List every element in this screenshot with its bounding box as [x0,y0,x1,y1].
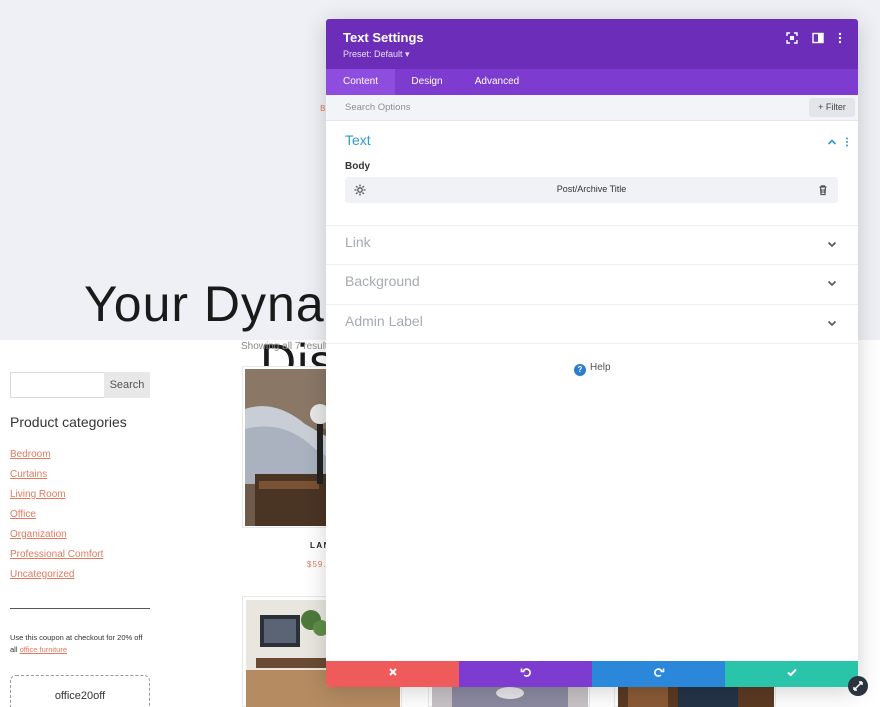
body-field-label: Body [345,161,370,172]
dynamic-content-value: Post/Archive Title [556,184,627,194]
tab-design[interactable]: Design [395,69,459,95]
section-link[interactable]: Link [326,225,858,265]
category-link-uncategorized[interactable]: Uncategorized [10,569,74,580]
filter-button[interactable]: + Filter [809,98,855,117]
fullscreen-icon[interactable] [785,31,799,45]
modal-footer [326,661,858,687]
undo-button[interactable] [459,661,592,687]
modal-title: Text Settings [343,30,424,45]
category-link-organization[interactable]: Organization [10,529,67,540]
options-search-bar: Search Options + Filter [326,95,858,121]
help-link[interactable]: ? Help [574,362,611,376]
save-button[interactable] [725,661,858,687]
dynamic-content-field[interactable]: Post/Archive Title [345,177,838,203]
category-link-living-room[interactable]: Living Room [10,489,66,500]
help-icon: ? [574,364,586,376]
resize-handle-icon[interactable] [848,676,868,696]
cancel-button[interactable] [326,661,459,687]
result-count: Showing all 7 results [241,341,333,352]
section-title[interactable]: Background [345,273,420,289]
help-label: Help [590,362,611,373]
modal-header[interactable]: Text Settings Preset: Default ▾ [326,19,858,69]
section-title[interactable]: Link [345,234,371,250]
section-text-title[interactable]: Text [345,132,371,148]
sidebar-divider [10,608,150,609]
tab-content[interactable]: Content [326,69,395,95]
split-view-icon[interactable] [811,31,825,45]
coupon-code-box: office20off [10,675,150,707]
categories-list: Bedroom Curtains Living Room Office Orga… [10,442,103,582]
categories-heading: Product categories [10,414,127,430]
section-background[interactable]: Background [326,264,858,304]
category-link-bedroom[interactable]: Bedroom [10,449,51,460]
more-options-icon[interactable] [833,31,847,45]
section-admin-label[interactable]: Admin Label [326,304,858,344]
chevron-down-icon[interactable] [826,277,838,289]
redo-button[interactable] [592,661,725,687]
plus-icon: + [818,102,824,112]
category-link-office[interactable]: Office [10,509,36,520]
product-search-input[interactable] [10,372,105,398]
check-icon [786,668,797,677]
coupon-description: Use this coupon at checkout for 20% off … [10,632,150,656]
shop-sidebar: Search Product categories Bedroom Curtai… [0,340,175,707]
product-search-button[interactable]: Search [104,372,150,398]
undo-icon [520,668,531,677]
chevron-up-icon[interactable] [826,136,838,148]
chevron-down-icon[interactable] [826,238,838,250]
text-settings-modal: Text Settings Preset: Default ▾ Content … [326,19,858,687]
preset-selector[interactable]: Preset: Default ▾ [343,49,410,60]
breadcrumb-fragment: B [320,104,326,113]
close-icon [388,668,397,676]
coupon-link[interactable]: office furniture [20,645,67,654]
product-image[interactable] [245,369,331,526]
category-link-professional-comfort[interactable]: Professional Comfort [10,549,103,560]
product-card[interactable] [242,366,332,528]
trash-icon[interactable] [816,183,830,197]
chevron-down-icon[interactable] [826,317,838,329]
product-price: $59. [307,560,327,569]
options-search-input[interactable]: Search Options [345,102,410,113]
section-menu-icon[interactable] [841,136,853,148]
category-link-curtains[interactable]: Curtains [10,469,47,480]
redo-icon [653,668,664,677]
hero-title-line1: Your Dynar [84,276,343,332]
filter-label: Filter [825,102,846,112]
modal-tabs: Content Design Advanced [326,69,858,95]
tab-advanced[interactable]: Advanced [459,69,535,95]
section-title[interactable]: Admin Label [345,313,423,329]
